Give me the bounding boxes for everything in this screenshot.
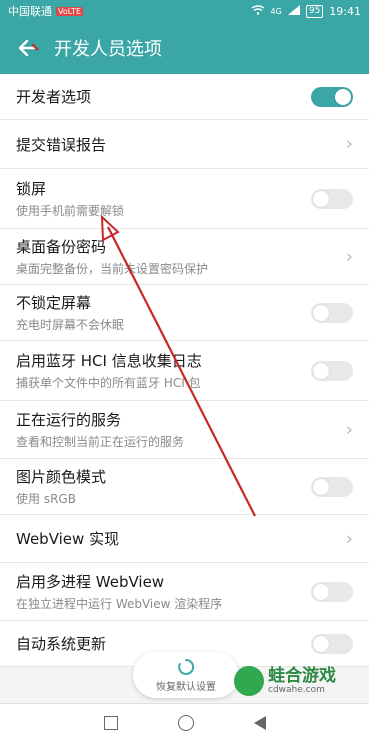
toggle-switch[interactable] <box>311 476 353 497</box>
row-label: 自动系统更新 <box>16 635 107 653</box>
refresh-icon <box>177 658 195 676</box>
home-button[interactable] <box>177 715 194 731</box>
row-label: WebView 实现 <box>16 530 120 548</box>
settings-row[interactable]: 启用多进程 WebView 在独立进程中运行 WebView 渲染程序 <box>0 563 369 621</box>
settings-row[interactable]: 启用蓝牙 HCI 信息收集日志捕获单个文件中的所有蓝牙 HCI 包 <box>0 341 369 401</box>
back-button[interactable] <box>253 716 266 730</box>
row-text: 提交错误报告 <box>16 134 106 155</box>
navigation-bar <box>0 703 369 742</box>
settings-row[interactable]: 锁屏使用手机前需要解锁 <box>0 169 369 229</box>
row-text: 图片颜色模式使用 sRGB <box>16 466 106 507</box>
row-text: 桌面备份密码桌面完整备份，当前未设置密码保护 <box>16 236 208 277</box>
wifi-icon <box>251 4 265 18</box>
row-label: 开发者选项 <box>16 88 92 106</box>
row-text: 启用蓝牙 HCI 信息收集日志捕获单个文件中的所有蓝牙 HCI 包 <box>16 350 202 391</box>
row-text: 开发者选项 <box>16 86 91 107</box>
carrier-text: 中国联通 <box>8 5 52 18</box>
frog-logo-icon <box>234 666 264 696</box>
row-text: 锁屏使用手机前需要解锁 <box>16 178 124 219</box>
row-text: 自动系统更新 <box>16 633 106 654</box>
settings-row[interactable]: 开发者选项 <box>0 74 369 120</box>
toggle-switch[interactable] <box>311 581 353 602</box>
status-bar: 中国联通 VoLTE 4G 95 19:41 <box>0 0 369 22</box>
settings-row[interactable]: 提交错误报告 › <box>0 120 369 169</box>
settings-row[interactable]: WebView 实现 › <box>0 515 369 563</box>
page-title: 开发人员选项 <box>54 39 162 60</box>
recents-button[interactable] <box>103 716 118 730</box>
row-subtitle: 使用手机前需要解锁 <box>16 204 125 218</box>
watermark-url: cdwahe.com <box>268 685 325 695</box>
row-subtitle: 在独立进程中运行 WebView 渲染程序 <box>16 597 223 611</box>
toggle-switch[interactable] <box>311 302 353 323</box>
row-label: 桌面备份密码 <box>16 238 107 256</box>
signal-icon <box>287 4 300 18</box>
row-label: 锁屏 <box>16 180 47 198</box>
row-text: 正在运行的服务查看和控制当前正在运行的服务 <box>16 409 184 450</box>
chevron-right-icon: › <box>345 419 353 440</box>
clock: 19:41 <box>329 4 361 18</box>
volte-badge: VoLTE <box>56 6 84 16</box>
toggle-switch[interactable] <box>311 633 353 654</box>
restore-defaults-button[interactable]: 恢复默认设置 <box>133 652 239 698</box>
watermark: 蛙合游戏 cdwahe.com <box>234 666 336 696</box>
settings-row[interactable]: 桌面备份密码桌面完整备份，当前未设置密码保护 › <box>0 229 369 285</box>
toggle-knob <box>313 635 329 652</box>
row-label: 提交错误报告 <box>16 135 107 154</box>
settings-row[interactable]: 不锁定屏幕充电时屏幕不会休眠 <box>0 285 369 341</box>
restore-defaults-label: 恢复默认设置 <box>156 681 216 693</box>
back-arrow-icon[interactable] <box>16 35 42 61</box>
row-subtitle: 充电时屏幕不会休眠 <box>16 318 125 332</box>
toggle-knob <box>313 362 329 379</box>
chevron-right-icon: › <box>345 528 353 549</box>
settings-row[interactable]: 图片颜色模式使用 sRGB <box>0 459 369 515</box>
settings-row[interactable]: 正在运行的服务查看和控制当前正在运行的服务 › <box>0 401 369 459</box>
row-text: WebView 实现 <box>16 528 119 549</box>
watermark-title: 蛙合游戏 <box>268 666 336 686</box>
row-subtitle: 捕获单个文件中的所有蓝牙 HCI 包 <box>16 376 201 390</box>
app-bar: 开发人员选项 <box>0 22 369 74</box>
row-subtitle: 桌面完整备份，当前未设置密码保护 <box>16 262 209 276</box>
toggle-knob <box>313 190 329 207</box>
chevron-right-icon: › <box>345 133 353 155</box>
row-label: 不锁定屏幕 <box>16 294 92 312</box>
row-label: 启用蓝牙 HCI 信息收集日志 <box>16 352 202 370</box>
toggle-knob <box>313 583 329 600</box>
row-label: 图片颜色模式 <box>16 468 107 486</box>
toggle-knob <box>335 88 351 105</box>
row-subtitle: 使用 sRGB <box>16 492 76 506</box>
toggle-switch[interactable] <box>311 188 353 209</box>
battery-icon: 95 <box>305 4 324 18</box>
network-type: 4G <box>270 6 282 16</box>
toggle-knob <box>313 304 329 321</box>
row-subtitle: 查看和控制当前正在运行的服务 <box>16 435 185 449</box>
row-text: 启用多进程 WebView 在独立进程中运行 WebView 渲染程序 <box>16 571 222 612</box>
toggle-switch[interactable] <box>311 360 353 381</box>
toggle-switch[interactable] <box>311 86 353 107</box>
toggle-knob <box>313 478 329 495</box>
chevron-right-icon: › <box>345 246 353 267</box>
row-text: 不锁定屏幕充电时屏幕不会休眠 <box>16 292 124 333</box>
settings-list: 开发者选项提交错误报告 › 锁屏使用手机前需要解锁桌面备份密码桌面完整备份，当前未设… <box>0 74 369 667</box>
row-label: 正在运行的服务 <box>16 411 122 429</box>
row-label: 启用多进程 WebView <box>16 573 165 591</box>
